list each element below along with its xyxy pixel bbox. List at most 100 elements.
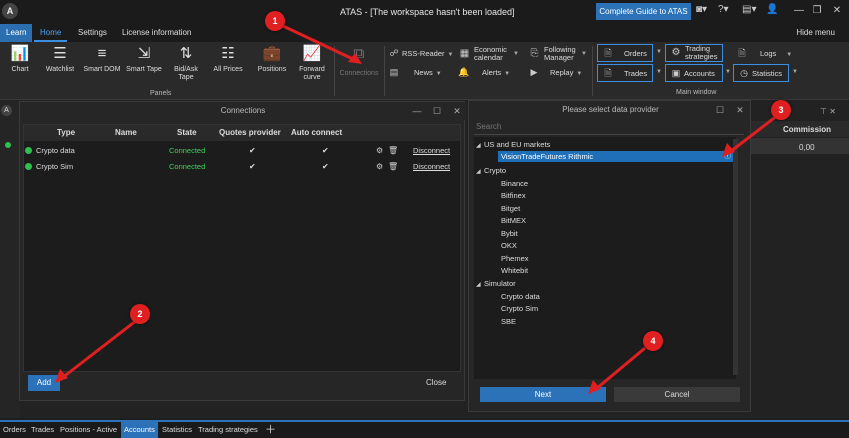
- close-icon[interactable]: ✕: [826, 3, 848, 19]
- cancel-button[interactable]: Cancel: [614, 387, 740, 402]
- complete-guide-button[interactable]: Complete Guide to ATAS: [596, 3, 691, 20]
- chevron-down-icon[interactable]: ▼: [656, 49, 662, 55]
- tree-item-binance[interactable]: Binance: [501, 178, 763, 189]
- chart-button[interactable]: 📊 Chart: [0, 44, 40, 90]
- flag-icon[interactable]: ▤▾: [742, 4, 756, 15]
- quotes-provider-checkbox[interactable]: ✔: [249, 143, 256, 158]
- column-header-quotes-provider[interactable]: Quotes provider: [219, 125, 281, 141]
- tree-group-us-eu[interactable]: ◢ US and EU markets: [476, 139, 738, 150]
- accounts-icon: ▣: [671, 68, 681, 78]
- forward-curve-button[interactable]: 📈 Forward curve: [292, 44, 332, 90]
- smart-dom-button[interactable]: ≡ Smart DOM: [82, 44, 122, 90]
- rss-reader-button[interactable]: ☍ RSS-Reader ▼: [388, 46, 453, 61]
- title-bar: A ATAS - [The workspace hasn't been load…: [0, 0, 849, 24]
- tree-item-whitebit[interactable]: Whitebit: [501, 265, 763, 276]
- menu-settings[interactable]: Settings: [72, 24, 113, 42]
- tree-group-crypto[interactable]: ◢ Crypto: [476, 165, 738, 176]
- close-button[interactable]: Close: [426, 378, 446, 387]
- gear-icon[interactable]: ⚙: [376, 159, 383, 174]
- following-manager-button[interactable]: ⎘ Following Manager ▼: [528, 44, 587, 63]
- tree-item-bitfinex[interactable]: Bitfinex: [501, 190, 763, 201]
- row-type: Crypto data: [25, 143, 75, 158]
- add-tab-icon[interactable]: ＋: [262, 422, 279, 438]
- maximize-icon[interactable]: ☐: [713, 104, 727, 116]
- column-header-auto-connect[interactable]: Auto connect: [291, 125, 343, 141]
- provider-search-input[interactable]: [474, 119, 744, 135]
- all-prices-button[interactable]: ☷ All Prices: [208, 44, 248, 90]
- hide-menu-button[interactable]: Hide menu: [790, 24, 841, 42]
- orders-button[interactable]: 🗎 Orders: [597, 44, 653, 62]
- rss-icon: ☍: [389, 48, 399, 58]
- alerts-button[interactable]: 🔔 Alerts ▼: [458, 65, 510, 80]
- tree-item-bitget[interactable]: Bitget: [501, 203, 763, 214]
- next-button[interactable]: Next: [480, 387, 606, 402]
- tree-item-crypto-sim[interactable]: Crypto Sim: [501, 303, 763, 314]
- minimize-icon[interactable]: —: [410, 105, 424, 117]
- economic-calendar-button[interactable]: ▦ Economic calendar ▼: [458, 44, 519, 63]
- trash-icon[interactable]: 🗑: [388, 143, 398, 158]
- menu-learn[interactable]: Learn: [0, 24, 33, 42]
- tree-item-sbe[interactable]: SBE: [501, 316, 763, 327]
- tree-item-crypto-data[interactable]: Crypto data: [501, 291, 763, 302]
- accounts-button[interactable]: ▣ Accounts: [665, 64, 723, 82]
- forward-curve-icon: 📈: [302, 45, 322, 62]
- close-icon[interactable]: ✕: [733, 104, 747, 116]
- strategies-icon: ⚙: [671, 47, 681, 58]
- replay-button[interactable]: ▶ Replay ▼: [528, 65, 583, 80]
- quotes-provider-checkbox[interactable]: ✔: [249, 159, 256, 174]
- chevron-down-icon: ▼: [504, 71, 511, 77]
- pin-icon[interactable]: ⊤ ✕: [820, 107, 836, 116]
- tree-item-phemex[interactable]: Phemex: [501, 253, 763, 264]
- table-row[interactable]: Crypto Sim Connected ✔ ✔ ⚙ 🗑 Disconnect: [24, 159, 460, 174]
- account-icon[interactable]: 👤: [766, 4, 778, 15]
- maximize-icon[interactable]: ☐: [430, 105, 444, 117]
- tab-accounts[interactable]: Accounts: [121, 422, 158, 438]
- watchlist-icon: ☰: [53, 45, 67, 62]
- trades-button[interactable]: 🗎 Trades: [597, 64, 653, 82]
- positions-button[interactable]: 💼 Positions: [250, 44, 294, 90]
- column-header-state[interactable]: State: [177, 125, 197, 141]
- disconnect-link[interactable]: Disconnect: [413, 143, 450, 158]
- column-header-type[interactable]: Type: [57, 125, 76, 141]
- table-row[interactable]: Crypto data Connected ✔ ✔ ⚙ 🗑 Disconnect: [24, 143, 460, 158]
- menu-home[interactable]: Home: [34, 24, 68, 42]
- tab-statistics[interactable]: Statistics: [159, 422, 195, 438]
- bid-ask-tape-button[interactable]: ⇅ Bid/Ask Tape: [166, 44, 206, 90]
- help-icon[interactable]: ?▾: [718, 4, 729, 15]
- logs-button[interactable]: 🗎 Logs ▼: [736, 46, 792, 61]
- trash-icon[interactable]: 🗑: [388, 159, 398, 174]
- smart-tape-button[interactable]: ⇲ Smart Tape: [124, 44, 164, 90]
- menu-license-information[interactable]: License information: [116, 24, 197, 42]
- bell-icon: 🔔: [458, 67, 470, 77]
- add-button[interactable]: Add: [28, 375, 60, 391]
- tree-item-visiontradefutures-rithmic[interactable]: VisionTradeFutures Rithmic ⓘ: [498, 151, 736, 163]
- chevron-down-icon[interactable]: ▼: [725, 69, 731, 75]
- statistics-button[interactable]: ◷ Statistics: [733, 64, 789, 82]
- tree-item-bybit[interactable]: Bybit: [501, 228, 763, 239]
- chevron-down-icon[interactable]: ▼: [792, 69, 798, 75]
- callout-4: 4: [643, 331, 663, 351]
- tree-item-okx[interactable]: OKX: [501, 240, 763, 251]
- disconnect-link[interactable]: Disconnect: [413, 159, 450, 174]
- tree-scrollbar[interactable]: [733, 139, 738, 375]
- tree-item-bitmex[interactable]: BitMEX: [501, 215, 763, 226]
- bid-ask-tape-icon: ⇅: [179, 45, 193, 62]
- tab-orders[interactable]: Orders: [0, 422, 29, 438]
- tab-trading-strategies[interactable]: Trading strategies: [195, 422, 261, 438]
- column-header-name[interactable]: Name: [115, 125, 137, 141]
- tab-positions-active[interactable]: Positions - Active: [57, 422, 120, 438]
- tab-trades[interactable]: Trades: [28, 422, 57, 438]
- close-icon[interactable]: ✕: [450, 105, 464, 117]
- tree-group-simulator[interactable]: ◢ Simulator: [476, 278, 738, 289]
- trading-strategies-button[interactable]: ⚙ Trading strategies: [665, 44, 723, 62]
- chevron-down-icon[interactable]: ▼: [656, 69, 662, 75]
- news-button[interactable]: ▤ News ▼: [388, 65, 442, 80]
- gear-icon[interactable]: ⚙: [376, 143, 383, 158]
- auto-connect-checkbox[interactable]: ✔: [322, 143, 329, 158]
- connections-button[interactable]: ⧉ Connections: [336, 44, 382, 90]
- camera-icon[interactable]: ◙▾: [696, 4, 707, 15]
- auto-connect-checkbox[interactable]: ✔: [322, 159, 329, 174]
- callout-1: 1: [265, 11, 285, 31]
- watchlist-button[interactable]: ☰ Watchlist: [40, 44, 80, 90]
- maximize-icon[interactable]: ❐: [806, 3, 828, 19]
